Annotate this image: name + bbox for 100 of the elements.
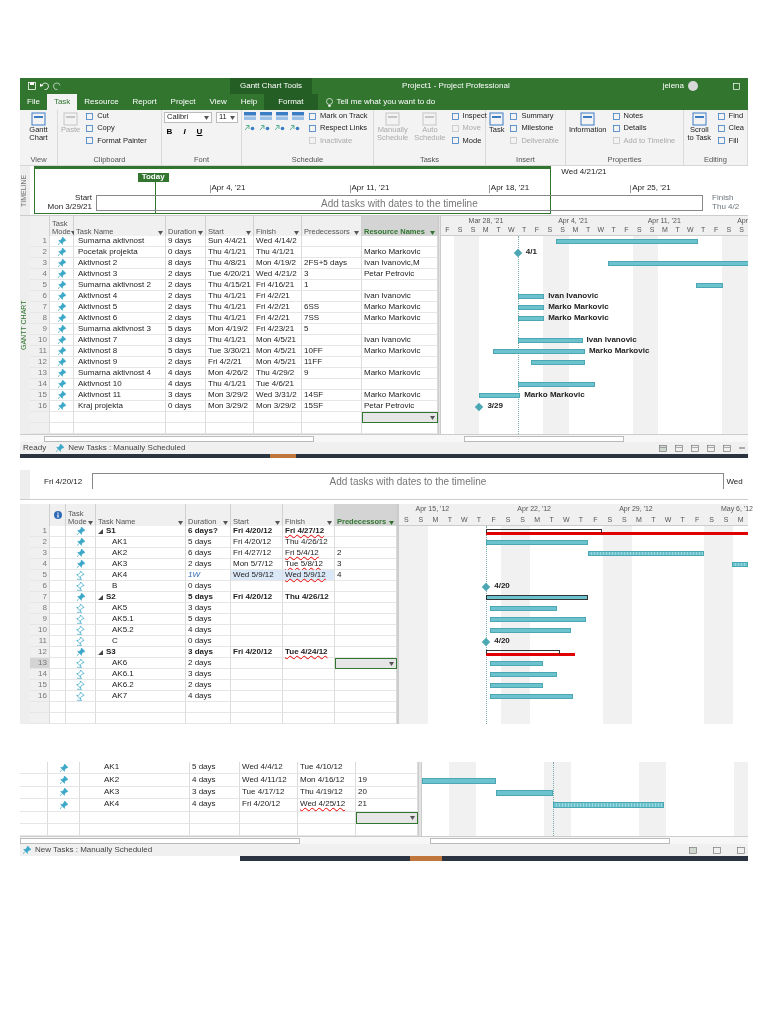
taskbar-button[interactable] xyxy=(410,856,442,862)
ribbon-tab[interactable]: Report xyxy=(125,94,164,110)
row-header[interactable]: 13 xyxy=(30,658,50,669)
row-header[interactable]: 14 xyxy=(30,669,50,680)
task-bar[interactable] xyxy=(490,627,571,634)
format-button[interactable]: B xyxy=(164,127,175,138)
row-header[interactable]: 10 xyxy=(30,625,50,636)
summary-bar[interactable] xyxy=(486,594,589,601)
task-bar[interactable] xyxy=(731,561,748,568)
task-bar[interactable] xyxy=(492,348,585,355)
milestone-marker[interactable] xyxy=(475,402,484,411)
milestone-marker[interactable] xyxy=(482,637,491,646)
task-bar[interactable] xyxy=(517,381,595,388)
ribbon-tab[interactable]: Resource xyxy=(77,94,126,110)
row-header[interactable]: 4 xyxy=(30,269,50,280)
progress-bar-icon[interactable] xyxy=(276,112,288,120)
ribbon-tab[interactable]: Format xyxy=(264,94,318,110)
task-bar[interactable] xyxy=(490,660,543,667)
progress-bar-icon[interactable] xyxy=(244,112,256,120)
timeline-bar[interactable]: Add tasks with dates to the timeline xyxy=(92,473,724,489)
view-shortcut-icon[interactable] xyxy=(689,846,697,854)
collapse-triangle-icon[interactable] xyxy=(98,594,103,600)
task-bar[interactable] xyxy=(607,260,748,267)
row-header[interactable]: 6 xyxy=(30,291,50,302)
summary-outline[interactable] xyxy=(486,649,561,655)
dropdown-cell[interactable] xyxy=(362,412,438,423)
view-shortcut-icon[interactable] xyxy=(659,444,667,452)
row-header[interactable]: 13 xyxy=(30,368,50,379)
ribbon-tab[interactable]: Task xyxy=(46,94,78,110)
format-button[interactable]: I xyxy=(179,127,190,138)
horizontal-scrollbar[interactable] xyxy=(20,837,300,844)
horizontal-scrollbar[interactable] xyxy=(44,435,314,442)
row-header[interactable]: 5 xyxy=(30,570,50,581)
task-bar[interactable] xyxy=(517,315,545,322)
view-shortcut-icon[interactable] xyxy=(723,444,731,452)
row-header[interactable]: 5 xyxy=(30,280,50,291)
undo-icon[interactable] xyxy=(40,82,49,90)
progress-bar-icon[interactable] xyxy=(260,112,272,120)
format-button[interactable]: U xyxy=(194,127,205,138)
restore-icon[interactable] xyxy=(733,82,740,90)
row-header[interactable]: 7 xyxy=(30,302,50,313)
row-header[interactable]: 15 xyxy=(30,680,50,691)
ribbon-tab[interactable]: Project xyxy=(163,94,203,110)
zoom-out-icon[interactable] xyxy=(739,445,745,451)
task-bar[interactable] xyxy=(486,539,589,546)
view-shortcut-icon[interactable] xyxy=(713,846,721,854)
link-arrows-icon[interactable] xyxy=(274,124,285,132)
link-arrows-icon[interactable] xyxy=(244,124,255,132)
task-bar[interactable] xyxy=(517,304,545,311)
redo-icon[interactable] xyxy=(53,82,62,90)
view-shortcut-icon[interactable] xyxy=(737,846,745,854)
row-header[interactable]: 9 xyxy=(30,324,50,335)
ribbon-tab[interactable]: View xyxy=(202,94,234,110)
collapse-triangle-icon[interactable] xyxy=(98,528,103,534)
save-icon[interactable] xyxy=(28,82,36,90)
row-header[interactable]: 2 xyxy=(30,247,50,258)
row-header[interactable]: 1 xyxy=(30,526,50,537)
row-header[interactable]: 4 xyxy=(30,559,50,570)
tell-me-search[interactable]: Tell me what you want to do xyxy=(336,97,436,107)
row-header[interactable]: 8 xyxy=(30,313,50,324)
task-bar[interactable] xyxy=(517,293,545,300)
horizontal-scrollbar[interactable] xyxy=(464,435,624,442)
task-bar[interactable] xyxy=(696,282,723,289)
collapse-triangle-icon[interactable] xyxy=(98,649,103,655)
row-header[interactable]: 3 xyxy=(30,548,50,559)
task-bar[interactable] xyxy=(588,550,704,557)
task-bar[interactable] xyxy=(530,359,585,366)
milestone-marker[interactable] xyxy=(513,248,522,257)
milestone-marker[interactable] xyxy=(482,582,491,591)
task-bar[interactable] xyxy=(490,671,558,678)
link-arrows-icon[interactable] xyxy=(289,124,300,132)
new-tasks-mode[interactable]: New Tasks : Manually Scheduled xyxy=(35,846,153,855)
row-header[interactable]: 6 xyxy=(30,581,50,592)
row-header[interactable]: 9 xyxy=(30,614,50,625)
row-header[interactable]: 1 xyxy=(30,236,50,247)
row-header[interactable]: 12 xyxy=(30,647,50,658)
view-shortcut-icon[interactable] xyxy=(707,444,715,452)
row-header[interactable]: 11 xyxy=(30,346,50,357)
view-shortcut-icon[interactable] xyxy=(691,444,699,452)
task-bar[interactable] xyxy=(490,682,543,689)
task-bar[interactable] xyxy=(495,789,553,797)
progress-bar-icon[interactable] xyxy=(292,112,304,120)
predecessors-dropdown[interactable] xyxy=(335,658,397,669)
task-bar[interactable] xyxy=(490,693,574,700)
task-bar[interactable] xyxy=(517,337,583,344)
new-tasks-mode[interactable]: New Tasks : Manually Scheduled xyxy=(68,443,186,453)
row-header[interactable]: 15 xyxy=(30,390,50,401)
row-header[interactable]: 16 xyxy=(30,691,50,702)
task-bar[interactable] xyxy=(422,777,496,784)
row-header[interactable]: 8 xyxy=(30,603,50,614)
row-header[interactable]: 12 xyxy=(30,357,50,368)
ribbon-tab[interactable]: Help xyxy=(233,94,265,110)
row-header[interactable]: 11 xyxy=(30,636,50,647)
row-header[interactable]: 2 xyxy=(30,537,50,548)
ribbon-tab[interactable]: File xyxy=(20,94,47,110)
row-header[interactable]: 16 xyxy=(30,401,50,412)
summary-outline[interactable] xyxy=(486,528,602,534)
row-header[interactable]: 10 xyxy=(30,335,50,346)
timeline-bar[interactable]: Add tasks with dates to the timeline xyxy=(96,195,703,211)
horizontal-scrollbar[interactable] xyxy=(430,837,670,844)
